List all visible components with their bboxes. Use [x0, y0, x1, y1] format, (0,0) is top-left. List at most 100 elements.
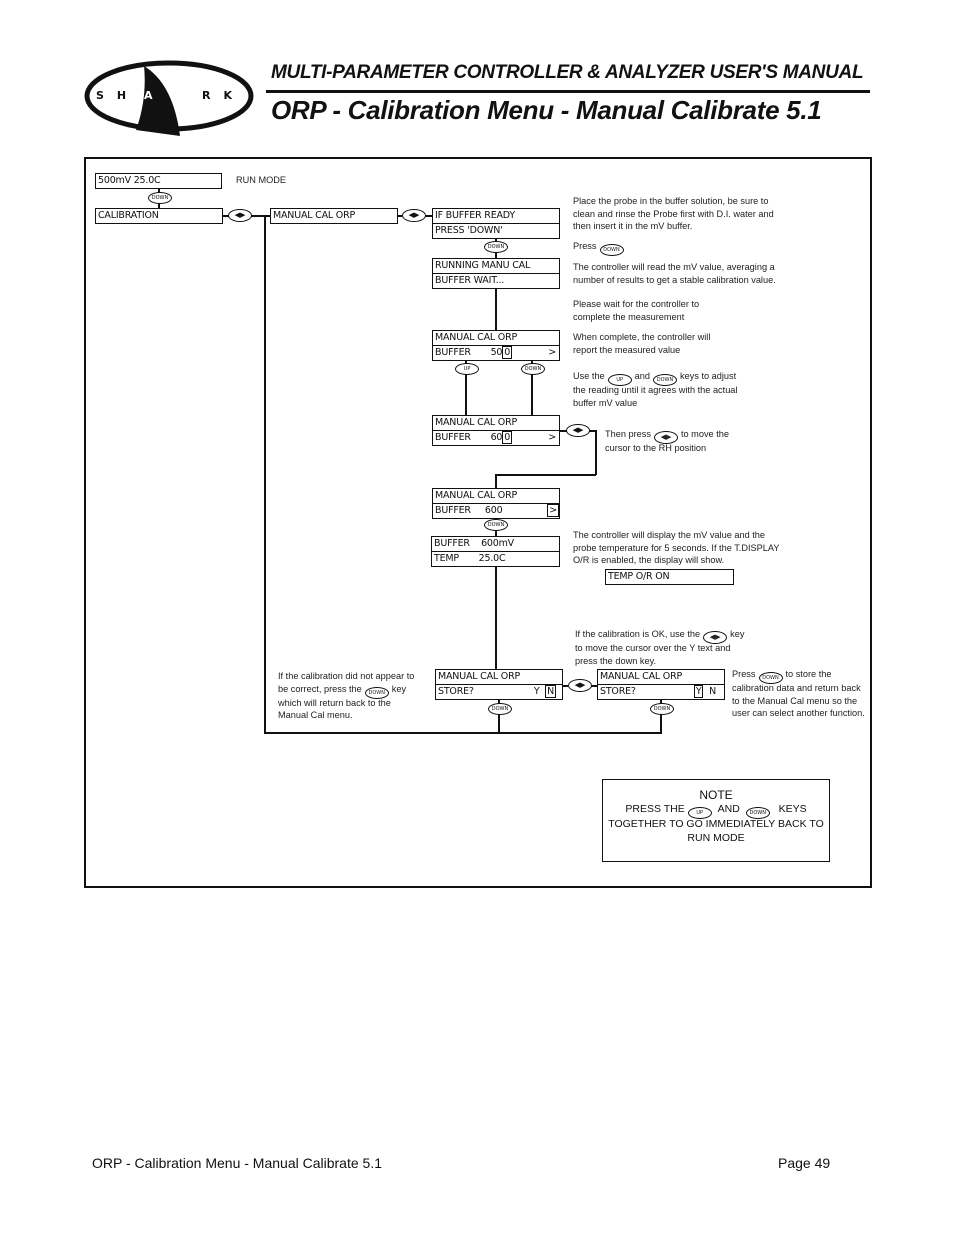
arrow: >	[548, 432, 556, 443]
shark-logo: SH A RK	[84, 60, 254, 136]
buffer-label: BUFFER	[435, 347, 471, 358]
left-right-key-icon: ◀▶	[653, 431, 678, 444]
text: KEYS	[778, 803, 807, 815]
adjust-display-1: MANUAL CAL ORP BUFFER 50 0 >	[432, 330, 560, 361]
down-key-icon[interactable]: DOWN	[521, 363, 545, 375]
temp-or-display: TEMP O/R ON	[605, 569, 734, 585]
down-key-icon: DOWN	[599, 244, 624, 256]
note-if-ok: If the calibration is OK, use the ◀▶ key t…	[575, 628, 745, 667]
yes-option: Y	[533, 686, 540, 697]
adjust1-line2: BUFFER 50 0 >	[433, 345, 559, 360]
text: Then press	[605, 429, 651, 439]
store-n-line1: MANUAL CAL ORP	[438, 671, 521, 682]
return-line	[264, 732, 662, 734]
adjust2-line1: MANUAL CAL ORP	[435, 417, 518, 428]
buffer-value: 50	[490, 347, 503, 358]
note-title: NOTE	[699, 788, 733, 802]
down-key-icon: DOWN	[745, 807, 770, 819]
connector	[495, 474, 596, 476]
note-display-mv: The controller will display the mV value…	[573, 530, 780, 565]
store-y-line1: MANUAL CAL ORP	[600, 671, 683, 682]
result-line1: BUFFER 600mV	[434, 538, 514, 549]
down-key-icon: DOWN	[758, 672, 783, 684]
note-place-probe: Place the probe in the buffer solution, …	[573, 196, 774, 231]
calibration-display: CALIBRATION	[95, 208, 223, 224]
press-text: Press	[573, 241, 597, 251]
cursor: 0	[502, 346, 513, 359]
buffer-ready-line2: PRESS 'DOWN'	[433, 223, 559, 238]
down-key-icon[interactable]: DOWN	[484, 519, 508, 531]
connector	[250, 215, 271, 217]
no-option: N	[709, 686, 716, 697]
left-right-key-icon[interactable]: ◀▶	[402, 209, 426, 222]
no-option-cursor: N	[545, 685, 556, 698]
adjust-display-2: MANUAL CAL ORP BUFFER 60 0 >	[432, 415, 560, 446]
connector	[495, 474, 497, 488]
buffer-label: BUFFER	[435, 432, 471, 443]
yes-option-cursor: Y	[693, 685, 704, 698]
down-key-icon[interactable]: DOWN	[148, 192, 172, 204]
text: If the calibration is OK, use the	[575, 629, 701, 639]
manual-title: MULTI-PARAMETER CONTROLLER & ANALYZER US…	[271, 62, 864, 83]
cursor: 0	[502, 431, 513, 444]
calibration-text: CALIBRATION	[98, 210, 159, 221]
note-line3: RUN MODE	[687, 832, 745, 844]
manual-cal-orp-text: MANUAL CAL ORP	[273, 210, 356, 221]
text: PRESS THE	[625, 803, 685, 815]
buffer-value: 600	[484, 505, 503, 516]
down-key-icon[interactable]: DOWN	[650, 703, 674, 715]
note-box: NOTE PRESS THE UP AND DOWN KEYS TOGETHER …	[602, 779, 830, 862]
buffer-value: 60	[490, 432, 503, 443]
running-line1: RUNNING MANU CAL	[435, 260, 531, 271]
note-use-keys: Use the UP and DOWN keys to adjust the readi…	[573, 370, 743, 409]
note-not-correct: If the calibration did not appear to be …	[278, 670, 423, 722]
logo-text: SH	[96, 89, 139, 102]
down-key-icon: DOWN	[653, 374, 678, 386]
run-display-text: 500mV 25.0C	[98, 175, 161, 186]
note-line1: PRESS THE UP AND DOWN KEYS	[603, 802, 829, 819]
note-store: Press DOWN to store the calibration data a…	[732, 668, 867, 720]
adjust3-line1: MANUAL CAL ORP	[435, 490, 518, 501]
temp-or-text: TEMP O/R ON	[608, 571, 670, 582]
run-display: 500mV 25.0C	[95, 173, 222, 189]
header-rule	[266, 90, 870, 93]
store-display-y: MANUAL CAL ORP STORE? Y N	[597, 669, 725, 700]
result-line2: TEMP 25.0C	[432, 551, 559, 566]
adjust3-line2: BUFFER 600 >	[433, 503, 559, 518]
store-display-n: MANUAL CAL ORP STORE? Y N	[435, 669, 563, 700]
text: Press	[732, 669, 756, 679]
run-mode-label: RUN MODE	[236, 175, 287, 185]
arrow: >	[548, 347, 556, 358]
adjust-display-3: MANUAL CAL ORP BUFFER 600 >	[432, 488, 560, 519]
buffer-label: BUFFER	[435, 505, 471, 516]
page-title: ORP - Calibration Menu - Manual Calibrat…	[271, 95, 822, 125]
note-controller-read: The controller will read the mV value, a…	[573, 262, 776, 285]
result-display: BUFFER 600mV TEMP 25.0C	[431, 536, 560, 567]
note-line2: TOGETHER TO GO IMMEDIATELY BACK TO	[608, 818, 824, 830]
store-label: STORE?	[600, 686, 636, 697]
running-line2: BUFFER WAIT...	[433, 273, 559, 288]
buffer-ready-line1: IF BUFFER READY	[435, 210, 516, 221]
down-key-icon[interactable]: DOWN	[488, 703, 512, 715]
text: AND	[717, 803, 740, 815]
left-right-key-icon[interactable]: ◀▶	[228, 209, 252, 222]
arrow-cursor: >	[547, 504, 559, 517]
note-then-press: Then press ◀▶ to move the cursor to the RH…	[605, 428, 745, 455]
connector	[495, 565, 497, 669]
store-n-line2: STORE? Y N	[436, 684, 562, 699]
up-key-icon: UP	[607, 374, 632, 386]
manual-cal-orp-display: MANUAL CAL ORP	[270, 208, 398, 224]
note-press: Press DOWN	[573, 240, 627, 256]
svg-text:A: A	[144, 89, 153, 102]
adjust2-line2: BUFFER 60 0 >	[433, 430, 559, 445]
adjust1-line1: MANUAL CAL ORP	[435, 332, 518, 343]
store-label: STORE?	[438, 686, 474, 697]
text: Use the	[573, 371, 605, 381]
down-key-icon[interactable]: DOWN	[484, 241, 508, 253]
connector	[595, 430, 597, 475]
left-right-key-icon[interactable]: ◀▶	[568, 679, 592, 692]
up-key-icon[interactable]: UP	[455, 363, 479, 375]
up-key-icon: UP	[687, 807, 712, 819]
buffer-ready-display: IF BUFFER READY PRESS 'DOWN'	[432, 208, 560, 239]
left-right-key-icon[interactable]: ◀▶	[566, 424, 590, 437]
